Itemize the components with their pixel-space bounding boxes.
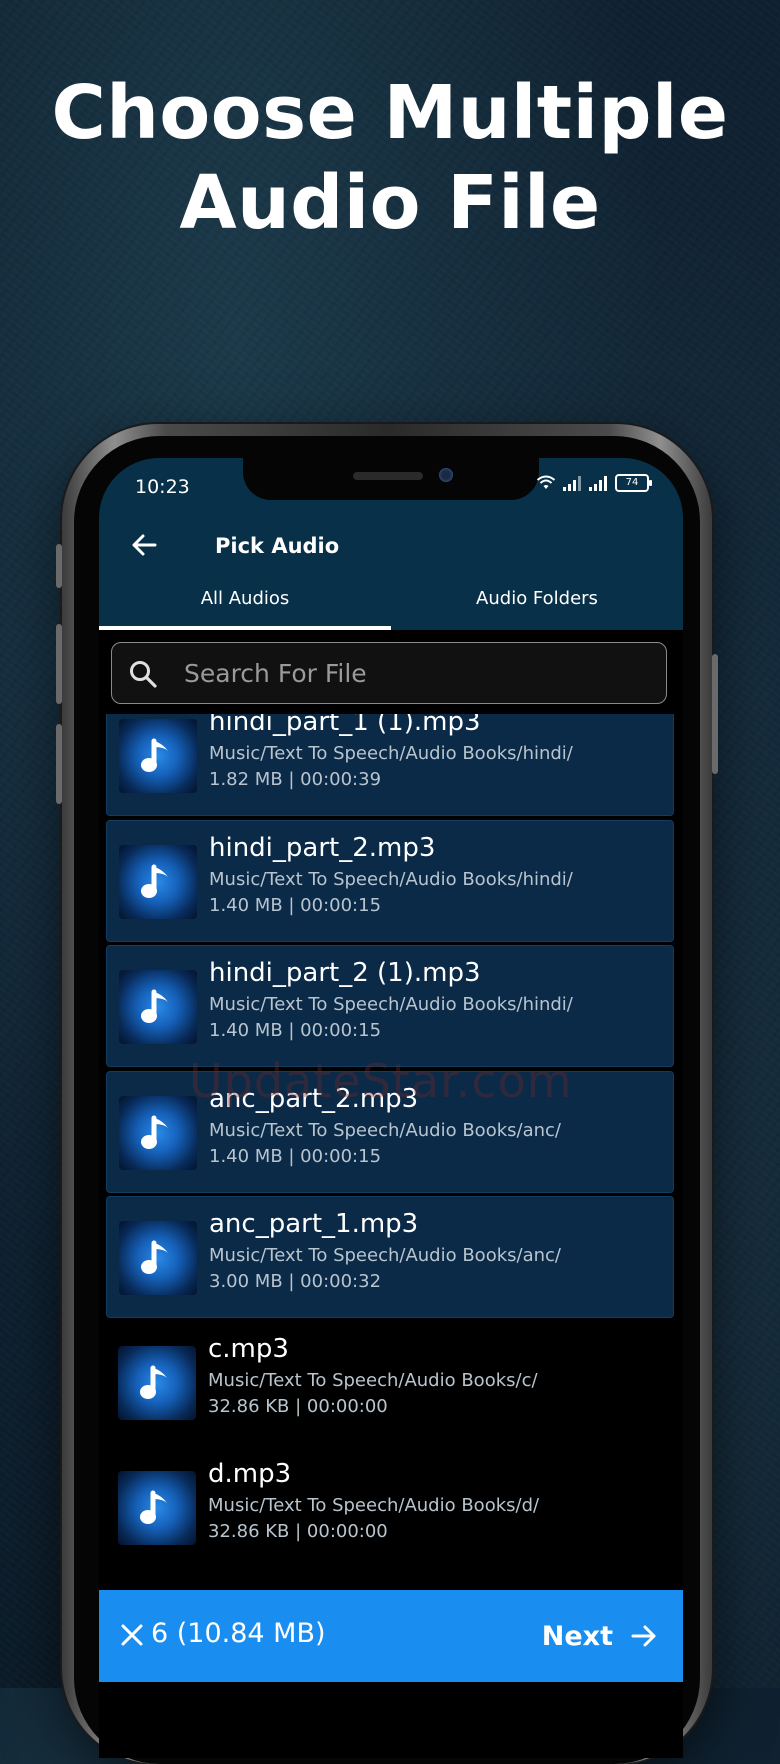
audio-file-row[interactable]: anc_part_1.mp3 Music/Text To Speech/Audio… (106, 1196, 674, 1318)
file-path: Music/Text To Speech/Audio Books/hindi/ (209, 868, 573, 890)
promo-headline: Choose Multiple Audio File (0, 68, 780, 248)
front-camera (439, 468, 453, 482)
file-path: Music/Text To Speech/Audio Books/d/ (208, 1495, 540, 1516)
music-note-icon (141, 864, 168, 898)
audio-thumbnail (119, 970, 197, 1044)
page-title: Pick Audio (215, 534, 340, 558)
file-size-duration: 32.86 KB | 00:00:00 (208, 1521, 388, 1542)
music-note-icon (141, 989, 168, 1023)
file-path: Music/Text To Speech/Audio Books/c/ (208, 1369, 538, 1391)
music-note-icon (141, 738, 168, 772)
file-name: anc_part_2.mp3 (209, 1083, 419, 1114)
audio-file-row[interactable]: anc_part_2.mp3 Music/Text To Speech/Audio… (106, 1070, 674, 1193)
search-icon (130, 661, 157, 688)
selection-summary: 6 (10.84 MB) (151, 1618, 326, 1649)
audio-file-row[interactable]: c.mp3 Music/Text To Speech/Audio Books/c/… (106, 1322, 674, 1444)
next-label: Next (541, 1620, 613, 1652)
file-size-duration: 3.00 MB | 00:00:32 (209, 1271, 382, 1292)
phone-volume-up (56, 624, 62, 704)
audio-file-row[interactable]: hindi_part_2.mp3 Music/Text To Speech/Aud… (106, 819, 674, 942)
status-time: 10:23 (135, 476, 190, 498)
file-name: anc_part_1.mp3 (209, 1209, 419, 1239)
battery-icon: 74 (615, 474, 652, 492)
music-note-icon (141, 1115, 168, 1149)
file-size-duration: 1.82 MB | 00:00:39 (209, 769, 382, 790)
search-input[interactable] (182, 643, 656, 703)
arrow-right-icon (631, 1625, 656, 1647)
audio-thumbnail (119, 1095, 197, 1170)
wifi-icon (537, 475, 555, 489)
audio-file-row[interactable]: hindi_part_2 (1).mp3 Music/Text To Speech… (106, 945, 674, 1067)
phone-frame: 10:23 74 Pick Audio All Audios Audio Fol… (56, 424, 718, 1764)
audio-file-row[interactable]: d.mp3 Music/Text To Speech/Audio Books/d/… (106, 1447, 674, 1569)
file-name: hindi_part_2.mp3 (209, 832, 436, 863)
audio-file-list: d.mp3 Music/Text To Speech/Audio Books/d/… (99, 714, 683, 1590)
file-size-duration: 1.40 MB | 00:00:15 (209, 1020, 382, 1041)
tab-all-audios[interactable]: All Audios (99, 576, 391, 630)
status-icons: 74 (537, 474, 652, 492)
notch (243, 458, 539, 500)
music-note-icon (141, 1240, 168, 1274)
search-box (111, 642, 667, 704)
file-name: d.mp3 (208, 1459, 292, 1489)
phone-mute-switch (56, 544, 62, 588)
audio-thumbnail (118, 1345, 196, 1420)
file-size-duration: 1.40 MB | 00:00:15 (209, 1145, 382, 1167)
file-name: hindi_part_2 (1).mp3 (209, 958, 481, 988)
file-path: Music/Text To Speech/Audio Books/anc/ (209, 1119, 561, 1141)
tab-bar: All Audios Audio Folders (99, 576, 683, 630)
phone-screen: 10:23 74 Pick Audio All Audios Audio Fol… (99, 458, 683, 1758)
headline-line-1: Choose Multiple (51, 70, 729, 156)
audio-file-row[interactable]: hindi_part_1 (1).mp3 Music/Text To Speech… (106, 714, 674, 816)
selection-bar: 6 (10.84 MB) Next (99, 1590, 683, 1682)
phone-power-button (712, 654, 718, 774)
earpiece (353, 472, 423, 480)
phone-volume-down (56, 724, 62, 804)
close-icon[interactable] (119, 1622, 145, 1648)
file-size-duration: 1.40 MB | 00:00:15 (209, 894, 382, 916)
music-note-icon (140, 1490, 167, 1524)
audio-thumbnail (118, 1471, 196, 1545)
file-path: Music/Text To Speech/Audio Books/anc/ (209, 1245, 561, 1266)
file-path: Music/Text To Speech/Audio Books/hindi/ (209, 994, 573, 1015)
app-bar: Pick Audio (99, 518, 683, 574)
arrow-left-icon[interactable] (129, 530, 159, 560)
app-header: 10:23 74 Pick Audio All Audios Audio Fol… (99, 458, 683, 630)
tab-audio-folders[interactable]: Audio Folders (391, 576, 683, 630)
headline-line-2: Audio File (179, 160, 601, 246)
music-note-icon (140, 1365, 167, 1399)
file-name: hindi_part_1 (1).mp3 (209, 714, 481, 737)
next-button[interactable]: Next (542, 1610, 659, 1662)
signal-icon-2 (589, 475, 607, 491)
audio-thumbnail (119, 844, 197, 919)
file-path: Music/Text To Speech/Audio Books/hindi/ (209, 743, 573, 764)
file-name: c.mp3 (208, 1333, 289, 1364)
audio-thumbnail (119, 1221, 197, 1295)
signal-icon (563, 475, 581, 491)
file-size-duration: 32.86 KB | 00:00:00 (208, 1395, 388, 1417)
audio-thumbnail (119, 719, 197, 793)
